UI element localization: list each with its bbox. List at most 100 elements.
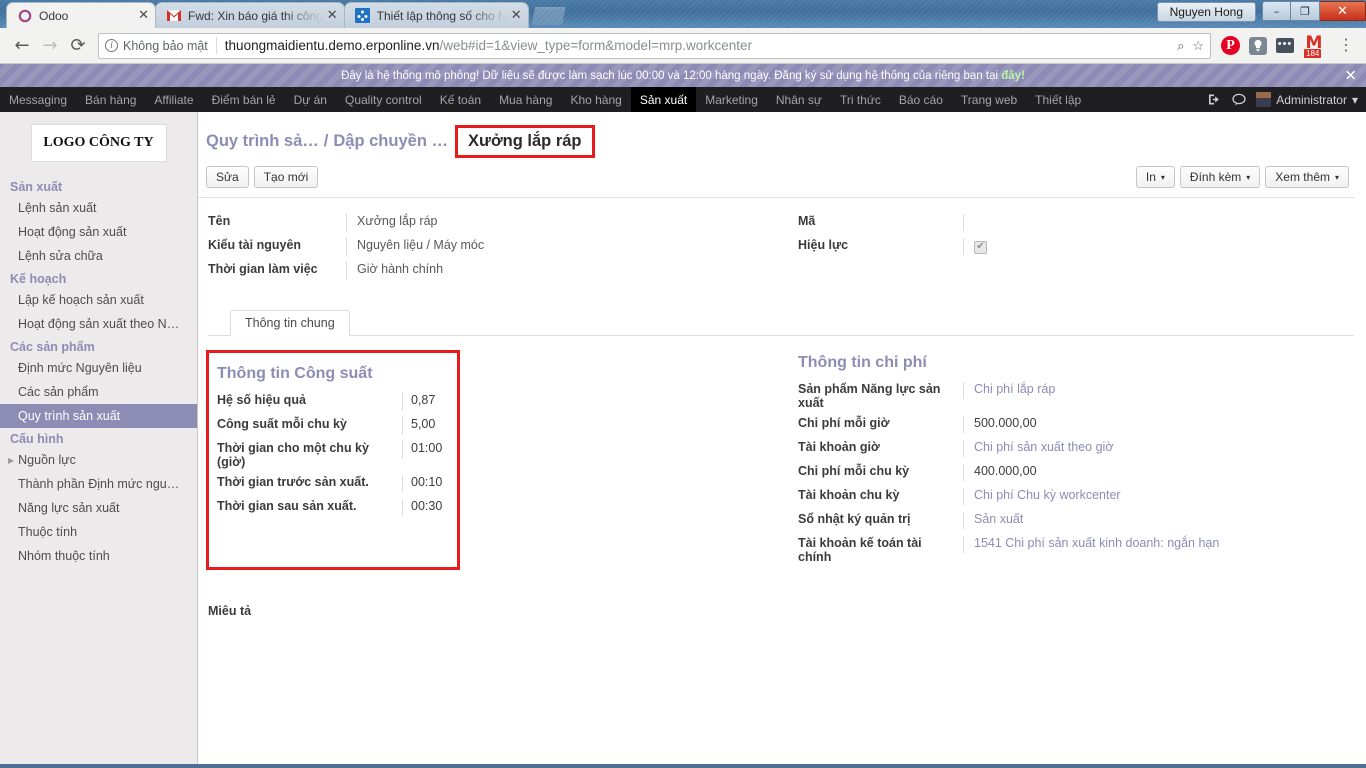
close-icon[interactable]: ✕: [327, 9, 338, 22]
field-value-tai-khoan-ke-toan[interactable]: 1541 Chi phí sản xuất kinh doanh: ngắn h…: [963, 536, 1268, 553]
panels-row: Thông tin Công suất Hệ số hiệu quả 0,87 …: [198, 336, 1366, 570]
maximize-button[interactable]: ❐: [1291, 1, 1320, 21]
pinterest-icon[interactable]: P: [1221, 36, 1240, 55]
field-value-so-nhat-ky-quan-tri[interactable]: Sản xuất: [963, 512, 1268, 529]
nav-item-duan[interactable]: Dự án: [285, 87, 336, 112]
browser-tab-gmail[interactable]: Fwd: Xin báo giá thi công ✕: [155, 2, 345, 28]
field-row-he-so-hieu-qua: Hệ số hiệu quả 0,87: [217, 393, 447, 411]
nav-item-sanxuat[interactable]: Sản xuất: [630, 87, 697, 112]
create-button[interactable]: Tạo mới: [253, 166, 319, 188]
user-menu[interactable]: Administrator ▾: [1256, 92, 1358, 107]
chrome-profile-badge[interactable]: Nguyen Hong: [1156, 2, 1256, 22]
more-extension-icon[interactable]: •••: [1276, 38, 1294, 53]
minimize-button[interactable]: –: [1262, 1, 1291, 21]
close-icon[interactable]: ✕: [511, 9, 522, 22]
sidebar-item-lap-ke-hoach-san-xuat[interactable]: Lập kế hoạch sản xuất: [0, 288, 197, 312]
edit-button[interactable]: Sửa: [206, 166, 249, 188]
chat-icon[interactable]: [1232, 93, 1246, 106]
sidebar-item-hoat-dong-san-xuat-theo-n[interactable]: Hoạt động sản xuất theo N…: [0, 312, 197, 336]
tab-thong-tin-chung[interactable]: Thông tin chung: [230, 310, 350, 336]
sidebar-item-cac-san-pham[interactable]: Các sản phẩm: [0, 380, 197, 404]
nav-item-trangweb[interactable]: Trang web: [952, 87, 1026, 112]
nav-item-messaging[interactable]: Messaging: [0, 87, 76, 112]
sidebar-item-thanh-phan-dinh-muc[interactable]: Thành phần Định mức ngu…: [0, 472, 197, 496]
print-button[interactable]: In ▾: [1135, 166, 1175, 188]
nav-item-diembanle[interactable]: Điểm bán lẻ: [203, 87, 285, 112]
field-row-kieu-tai-nguyen: Kiểu tài nguyên Nguyên liệu / Máy móc: [208, 238, 788, 256]
sidebar-item-dinh-muc-nguyen-lieu[interactable]: Định mức Nguyên liệu: [0, 356, 197, 380]
address-bar[interactable]: i Không bảo mật thuongmaidientu.demo.erp…: [98, 32, 1211, 59]
chevron-down-icon: ▾: [1246, 172, 1251, 182]
bookmark-star-icon[interactable]: ☆: [1192, 38, 1204, 54]
browser-tab-odoo[interactable]: Odoo ✕: [6, 2, 156, 28]
lightbulb-icon[interactable]: [1249, 36, 1267, 55]
close-icon[interactable]: ✕: [138, 9, 149, 22]
breadcrumb-item-1[interactable]: Quy trình sả…: [206, 132, 319, 151]
nav-item-muahang[interactable]: Mua hàng: [490, 87, 561, 112]
nav-item-trithuc[interactable]: Tri thức: [831, 87, 890, 112]
search-icon[interactable]: ⌕: [1177, 38, 1184, 54]
browser-tab-thietlap[interactable]: Thiết lập thông số cho N ✕: [343, 2, 529, 28]
attach-button[interactable]: Đính kèm ▾: [1179, 166, 1261, 188]
demo-banner-link[interactable]: đây!: [1001, 70, 1025, 82]
field-row-cong-suat-moi-chu-ky: Công suất mỗi chu kỳ 5,00: [217, 417, 447, 435]
field-row-tai-khoan-gio: Tài khoản giờ Chi phí sản xuất theo giờ: [798, 440, 1268, 458]
gmail-icon: [166, 8, 182, 24]
nav-item-thietlap[interactable]: Thiết lập: [1026, 87, 1090, 112]
demo-banner-message: Đây là hệ thống mô phỏng! Dữ liệu sẽ đượ…: [341, 69, 1002, 82]
field-label-tai-khoan-chu-ky: Tài khoản chu kỳ: [798, 488, 900, 502]
new-tab-button[interactable]: [531, 7, 566, 25]
breadcrumb-item-2[interactable]: Dập chuyền …: [333, 132, 448, 151]
toolbar-right-group: In ▾ Đính kèm ▾ Xem thêm ▾: [1135, 166, 1354, 188]
sidebar-item-hoat-dong-san-xuat[interactable]: Hoạt động sản xuất: [0, 220, 197, 244]
field-row-san-pham-nang-luc: Sản phẩm Năng lực sản xuất Chi phí lắp r…: [798, 382, 1268, 410]
nav-item-nhansu[interactable]: Nhân sự: [767, 87, 831, 112]
odoo-nav-right: Administrator ▾: [1208, 87, 1366, 112]
close-icon[interactable]: ✕: [1344, 68, 1357, 83]
sidebar-section-kehoach: Kế hoạch: [10, 272, 67, 286]
logout-icon[interactable]: [1208, 93, 1222, 106]
user-name: Administrator: [1276, 92, 1347, 107]
company-logo: LOGO CÔNG TY: [30, 124, 167, 162]
field-label-san-pham-nang-luc: Sản phẩm Năng lực sản xuất: [798, 382, 941, 410]
security-label: Không bảo mật: [123, 38, 208, 53]
demo-banner-text: Đây là hệ thống mô phỏng! Dữ liệu sẽ đượ…: [341, 70, 1025, 82]
extension-icons: P ••• M 184 ⋮: [1221, 32, 1358, 58]
security-indicator[interactable]: i Không bảo mật: [105, 39, 208, 53]
back-icon[interactable]: ←: [8, 33, 36, 59]
field-label-thoi-gian-truoc-san-xuat: Thời gian trước sản xuất.: [217, 475, 369, 489]
nav-item-affiliate[interactable]: Affiliate: [145, 87, 202, 112]
sheet-tabs: Thông tin chung: [208, 308, 1354, 336]
nav-item-khohang[interactable]: Kho hàng: [561, 87, 630, 112]
sidebar-section-cau-hinh: Cấu hình: [10, 432, 64, 446]
nav-item-quality-control[interactable]: Quality control: [336, 87, 431, 112]
checkbox-hieu-luc[interactable]: ✔: [974, 240, 987, 254]
cost-panel-title: Thông tin chi phí: [798, 354, 927, 371]
sidebar-item-label: Nguồn lực: [18, 453, 76, 467]
nav-item-banhang[interactable]: Bán hàng: [76, 87, 145, 112]
breadcrumb: Quy trình sả… / Dập chuyền … Xưởng lắp r…: [198, 112, 1366, 158]
sidebar-item-thuoc-tinh[interactable]: Thuộc tính: [0, 520, 197, 544]
capacity-panel-title: Thông tin Công suất: [217, 365, 373, 382]
chrome-menu-icon[interactable]: ⋮: [1334, 37, 1358, 54]
gmail-extension-icon[interactable]: M 184: [1303, 32, 1325, 58]
sidebar-item-lenh-sua-chua[interactable]: Lệnh sửa chữa: [0, 244, 197, 268]
close-window-button[interactable]: ✕: [1320, 1, 1366, 21]
reload-icon[interactable]: ⟳: [64, 33, 92, 59]
sidebar-item-nhom-thuoc-tinh[interactable]: Nhóm thuộc tính: [0, 544, 197, 568]
nav-item-baocao[interactable]: Báo cáo: [890, 87, 952, 112]
gmail-unread-badge: 184: [1304, 48, 1322, 58]
nav-item-marketing[interactable]: Marketing: [696, 87, 767, 112]
more-button[interactable]: Xem thêm ▾: [1265, 166, 1349, 188]
gmail-m-glyph: M: [1305, 32, 1323, 53]
sidebar-item-quy-trinh-san-xuat[interactable]: Quy trình sản xuất: [0, 404, 197, 428]
sidebar-item-nang-luc-san-xuat[interactable]: Năng lực sản xuất: [0, 496, 197, 520]
sidebar-item-lenh-san-xuat[interactable]: Lệnh sản xuất: [0, 196, 197, 220]
field-value-tai-khoan-chu-ky[interactable]: Chi phí Chu kỳ workcenter: [963, 488, 1268, 505]
field-value-san-pham-nang-luc[interactable]: Chi phí lắp ráp: [963, 382, 1268, 399]
forward-icon[interactable]: →: [36, 33, 64, 59]
field-value-tai-khoan-gio[interactable]: Chi phí sản xuất theo giờ: [963, 440, 1268, 457]
sidebar-item-nguon-luc[interactable]: ▶ Nguồn lực: [0, 448, 197, 472]
nav-item-ketoan[interactable]: Kế toán: [431, 87, 490, 112]
chevron-down-icon: ▾: [1334, 172, 1339, 182]
